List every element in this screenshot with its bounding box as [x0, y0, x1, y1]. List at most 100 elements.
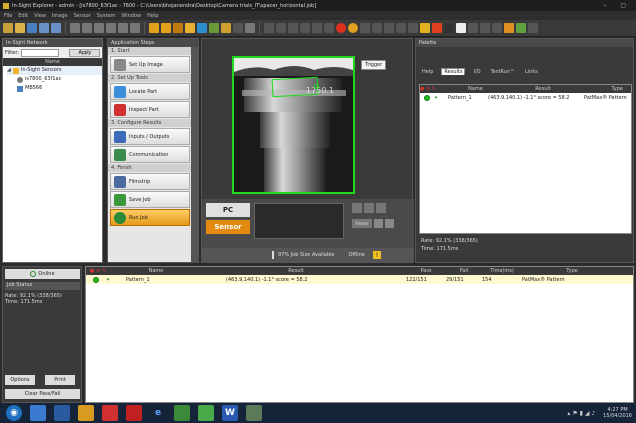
- folder-icon[interactable]: [78, 405, 94, 421]
- tab-results[interactable]: Results: [441, 68, 466, 75]
- menu-image[interactable]: Image: [52, 13, 68, 19]
- zoom-fill-icon[interactable]: [408, 23, 418, 33]
- play-icon[interactable]: [364, 203, 374, 213]
- tab-help[interactable]: Help: [420, 69, 435, 75]
- locate-part-button[interactable]: Locate Part: [110, 83, 190, 100]
- settings-icon[interactable]: [197, 23, 207, 33]
- clock[interactable]: 4:27 PM 15/04/2016: [603, 407, 632, 419]
- monitor-icon[interactable]: [174, 405, 190, 421]
- inputs-outputs-button[interactable]: Inputs / Outputs: [110, 128, 190, 145]
- white-icon[interactable]: [456, 23, 466, 33]
- filter-input[interactable]: [20, 48, 59, 57]
- delete-icon[interactable]: [106, 23, 116, 33]
- live-video-icon[interactable]: [161, 23, 171, 33]
- start-icon[interactable]: ◉: [6, 405, 22, 421]
- refresh-icon[interactable]: [492, 23, 502, 33]
- cut-icon[interactable]: [70, 23, 80, 33]
- freeze-button[interactable]: Freeze: [352, 219, 372, 228]
- spreadsheet-icon[interactable]: [198, 405, 214, 421]
- zoom-fit-icon[interactable]: [396, 23, 406, 33]
- record-icon[interactable]: [374, 219, 383, 228]
- tools-icon[interactable]: [504, 23, 514, 33]
- save-as-icon[interactable]: [39, 23, 49, 33]
- pause-icon[interactable]: [348, 23, 358, 33]
- run-job-button[interactable]: Run Job: [110, 209, 190, 226]
- menu-edit[interactable]: Edit: [18, 13, 28, 19]
- overlay-icon[interactable]: [288, 23, 298, 33]
- verify-icon[interactable]: [516, 23, 526, 33]
- trigger-icon[interactable]: [173, 23, 183, 33]
- camera-image[interactable]: 1750.1: [232, 56, 355, 194]
- online-button[interactable]: Online: [5, 269, 80, 279]
- menu-sensor[interactable]: Sensor: [74, 13, 91, 19]
- record-icon[interactable]: [221, 23, 231, 33]
- menu-file[interactable]: File: [4, 13, 12, 19]
- copy-icon[interactable]: [82, 23, 92, 33]
- grid-icon[interactable]: [264, 23, 274, 33]
- redo-icon[interactable]: [130, 23, 140, 33]
- apply-button[interactable]: Apply: [69, 48, 100, 57]
- pdf-icon[interactable]: [126, 405, 142, 421]
- more-icon[interactable]: [528, 23, 538, 33]
- save-all-icon[interactable]: [51, 23, 61, 33]
- undo-icon[interactable]: [118, 23, 128, 33]
- save-job-button[interactable]: Save Job: [110, 191, 190, 208]
- custom-view-icon[interactable]: [312, 23, 322, 33]
- ie-icon[interactable]: e: [150, 405, 166, 421]
- table-row[interactable]: ✦ Pattern_1 (463.9,140.1) -1.1° score = …: [86, 275, 633, 284]
- tab-io[interactable]: I/O: [471, 69, 482, 75]
- save-icon[interactable]: [27, 23, 37, 33]
- paste-icon[interactable]: [94, 23, 104, 33]
- spreadsheet-icon[interactable]: [324, 23, 334, 33]
- steps-scrollbar[interactable]: [191, 47, 198, 262]
- zoom-icon[interactable]: [360, 23, 370, 33]
- tab-links[interactable]: Links: [523, 69, 540, 75]
- tree-item-mb566[interactable]: MB566: [7, 84, 102, 93]
- stop-icon[interactable]: [336, 23, 346, 33]
- chart-icon[interactable]: [432, 23, 442, 33]
- pc-button[interactable]: PC: [206, 203, 250, 217]
- options-button[interactable]: Options: [5, 375, 35, 385]
- menu-view[interactable]: View: [34, 13, 46, 19]
- highlight-icon[interactable]: [420, 23, 430, 33]
- menu-window[interactable]: Window: [121, 13, 141, 19]
- explorer-icon[interactable]: [30, 405, 46, 421]
- tab-testrun[interactable]: TestRun™: [489, 69, 517, 75]
- acquire-icon[interactable]: [185, 23, 195, 33]
- menu-system[interactable]: System: [97, 13, 116, 19]
- table-row[interactable]: ✦ Pattern_1 (463.9,140.1) -1.1° score = …: [420, 93, 631, 102]
- media-icon[interactable]: [54, 405, 70, 421]
- zoom-in-icon[interactable]: [372, 23, 382, 33]
- align-icon[interactable]: [276, 23, 286, 33]
- new-icon[interactable]: [3, 23, 13, 33]
- app-icon[interactable]: [102, 405, 118, 421]
- sensor-button[interactable]: Sensor: [206, 220, 250, 234]
- stop-icon[interactable]: [352, 203, 362, 213]
- filmstrip-icon[interactable]: [209, 23, 219, 33]
- insight-icon[interactable]: [246, 405, 262, 421]
- inspect-part-button[interactable]: Inspect Part: [110, 101, 190, 118]
- print-button[interactable]: Print: [45, 375, 75, 385]
- black-icon[interactable]: [444, 23, 454, 33]
- clear-icon[interactable]: [385, 219, 394, 228]
- tray-icons[interactable]: ▴ ⚑ ▮ ◢ ♪: [567, 410, 595, 417]
- step-icon[interactable]: [376, 203, 386, 213]
- tree-item-in-sight-sensors[interactable]: ◢ In-Sight Sensors: [7, 66, 102, 75]
- filmstrip-button[interactable]: Filmstrip: [110, 173, 190, 190]
- set-up-image-button[interactable]: Set Up Image: [110, 56, 190, 73]
- communication-button[interactable]: Communication: [110, 146, 190, 163]
- word-icon[interactable]: W: [222, 405, 238, 421]
- window-controls[interactable]: – ▢: [603, 2, 632, 9]
- clear-pass-fail-button[interactable]: Clear Pass/Fail: [5, 389, 80, 399]
- sensor-mode-icon[interactable]: [149, 23, 159, 33]
- close-icon[interactable]: [468, 23, 478, 33]
- zoom-out-icon[interactable]: [384, 23, 394, 33]
- graphics-icon[interactable]: [300, 23, 310, 33]
- tree-item-camera[interactable]: is7800_63f1ac: [7, 75, 102, 84]
- display-icon[interactable]: [233, 23, 243, 33]
- image-icon[interactable]: [245, 23, 255, 33]
- open-icon[interactable]: [15, 23, 25, 33]
- filmstrip-view[interactable]: [254, 203, 344, 239]
- menu-help[interactable]: Help: [147, 13, 158, 19]
- layout-icon[interactable]: [480, 23, 490, 33]
